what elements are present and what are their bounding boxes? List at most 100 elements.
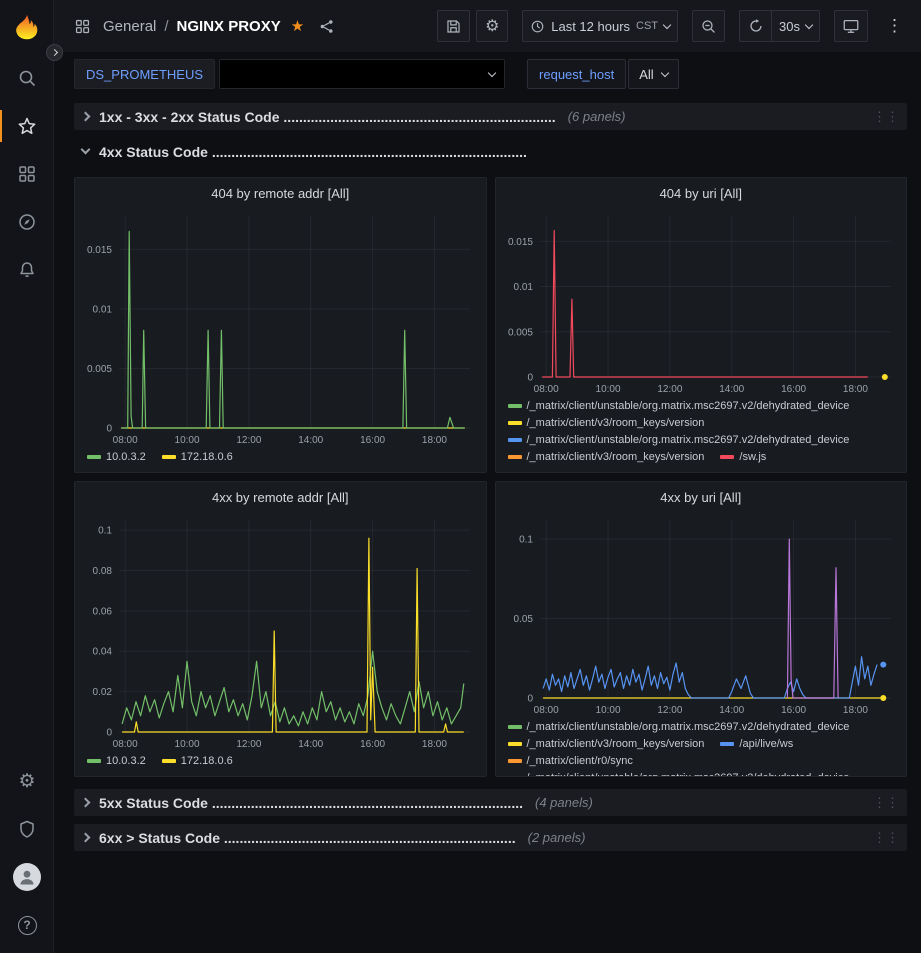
drag-handle-icon[interactable]: ⋮⋮ [873,798,899,808]
legend-label: /sw.js [739,450,766,464]
svg-text:12:00: 12:00 [657,384,682,395]
time-series-plot[interactable]: 00.0050.010.01508:0010:0012:0014:0016:00… [75,208,486,448]
request-host-select[interactable]: All [628,59,678,89]
sidebar-bottom: ⚙ ? [0,757,53,953]
dashboard-settings-button[interactable]: ⚙ [476,10,508,42]
zoom-out-icon [700,18,717,35]
tv-mode-button[interactable] [834,10,868,42]
dashboard-canvas: 1xx - 3xx - 2xx Status Code ............… [54,97,921,953]
save-dashboard-button[interactable] [437,10,470,42]
panel-title[interactable]: 404 by remote addr [All] [75,178,486,208]
share-icon[interactable] [318,18,335,35]
row-panel-count: (4 panels) [535,795,593,810]
row-header-6xx[interactable]: 6xx > Status Code ......................… [74,824,907,851]
chevron-right-icon [81,833,91,843]
legend-label: 172.18.0.6 [181,754,233,768]
legend-item[interactable]: /_matrix/client/unstable/org.matrix.msc2… [508,433,850,447]
legend-item[interactable]: /_matrix/client/v3/room_keys/version [508,737,705,751]
legend-item[interactable]: /_matrix/client/unstable/org.matrix.msc2… [508,771,850,776]
legend-swatch [508,759,522,763]
svg-text:0.01: 0.01 [513,282,533,293]
refresh-interval-select[interactable]: 30s [771,10,820,42]
breadcrumb-folder[interactable]: General [103,18,156,35]
sidebar-item-settings[interactable]: ⚙ [0,757,54,805]
svg-text:0: 0 [106,728,112,739]
legend-item[interactable]: /_matrix/client/unstable/org.matrix.msc2… [508,720,850,734]
svg-text:0.05: 0.05 [513,614,533,625]
compass-icon [17,212,37,232]
svg-text:12:00: 12:00 [657,705,682,716]
legend-item[interactable]: 10.0.3.2 [87,450,146,464]
row-header-5xx[interactable]: 5xx Status Code ........................… [74,789,907,816]
panel-title[interactable]: 404 by uri [All] [496,178,907,208]
sidebar-item-starred[interactable] [0,102,54,150]
panel-404-by-uri: 404 by uri [All] 00.0050.010.01508:0010:… [495,177,908,473]
svg-text:10:00: 10:00 [175,435,200,446]
legend-swatch [508,742,522,746]
time-series-plot[interactable]: 00.0050.010.01508:0010:0012:0014:0016:00… [496,208,907,397]
panel-title[interactable]: 4xx by uri [All] [496,482,907,512]
legend-item[interactable]: 172.18.0.6 [162,450,233,464]
legend-label: /_matrix/client/v3/room_keys/version [527,450,705,464]
svg-text:0: 0 [527,373,533,384]
sidebar-item-explore[interactable] [0,198,54,246]
time-series-plot[interactable]: 00.020.040.060.080.108:0010:0012:0014:00… [75,512,486,752]
grafana-app: ⚙ ? [0,0,921,953]
favorite-star-icon[interactable]: ★ [291,17,304,35]
legend-item[interactable]: /_matrix/client/unstable/org.matrix.msc2… [508,399,850,413]
legend-item[interactable]: /_matrix/client/r0/sync [508,754,633,768]
sidebar: ⚙ ? [0,0,54,953]
sidebar-item-profile[interactable] [0,853,54,901]
sidebar-item-help[interactable]: ? [0,901,54,949]
drag-handle-icon[interactable]: ⋮⋮ [873,112,899,122]
sidebar-item-server-admin[interactable] [0,805,54,853]
time-series-plot[interactable]: 00.050.108:0010:0012:0014:0016:0018:00 [496,512,907,718]
sidebar-item-alerting[interactable] [0,246,54,294]
sidebar-item-dashboards[interactable] [0,150,54,198]
time-range-picker[interactable]: Last 12 hours CST [522,10,678,42]
refresh-icon [748,18,764,34]
sidebar-expand-button[interactable] [46,44,63,61]
legend-label: /_matrix/client/v3/room_keys/version [527,416,705,430]
zoom-out-button[interactable] [692,10,725,42]
legend-item[interactable]: 10.0.3.2 [87,754,146,768]
panel-title[interactable]: 4xx by remote addr [All] [75,482,486,512]
legend-item[interactable]: /api/live/ws [720,737,793,751]
legend-item[interactable]: /_matrix/client/v3/room_keys/version [508,416,705,430]
svg-text:16:00: 16:00 [781,384,806,395]
svg-text:0.1: 0.1 [519,535,533,546]
row-header-1xx-3xx-2xx[interactable]: 1xx - 3xx - 2xx Status Code ............… [74,103,907,130]
monitor-icon [842,17,860,35]
svg-text:10:00: 10:00 [595,705,620,716]
legend: 10.0.3.2 172.18.0.6 [75,752,486,776]
legend-label: /_matrix/client/unstable/org.matrix.msc2… [527,771,850,776]
svg-text:12:00: 12:00 [236,739,261,750]
legend-item[interactable]: /sw.js [720,450,766,464]
svg-text:0.1: 0.1 [98,526,112,537]
request-host-value: All [639,67,653,82]
time-range-label: Last 12 hours [551,19,630,34]
shield-icon [17,819,37,839]
drag-handle-icon[interactable]: ⋮⋮ [873,833,899,843]
dashboard-toolbar: General / NGINX PROXY ★ [54,0,921,52]
search-icon [17,68,37,88]
sidebar-item-search[interactable] [0,54,54,102]
datasource-select[interactable] [219,59,505,89]
svg-text:08:00: 08:00 [113,739,138,750]
grafana-logo[interactable] [0,0,53,54]
row-header-4xx[interactable]: 4xx Status Code ........................… [74,138,907,165]
dashboard-title[interactable]: NGINX PROXY [177,18,281,35]
breadcrumb-separator: / [164,18,168,35]
svg-text:0.005: 0.005 [87,364,112,375]
legend-item[interactable]: /_matrix/client/v3/room_keys/version [508,450,705,464]
refresh-button[interactable] [739,10,771,42]
sidebar-nav [0,54,53,294]
svg-text:18:00: 18:00 [842,705,867,716]
row-panel-count: (2 panels) [528,830,586,845]
svg-text:18:00: 18:00 [422,435,447,446]
legend-item[interactable]: 172.18.0.6 [162,754,233,768]
refresh-picker: 30s [739,10,820,42]
legend-label: 172.18.0.6 [181,450,233,464]
svg-text:0.01: 0.01 [93,304,113,315]
more-options-button[interactable]: ⋮ [882,16,907,36]
